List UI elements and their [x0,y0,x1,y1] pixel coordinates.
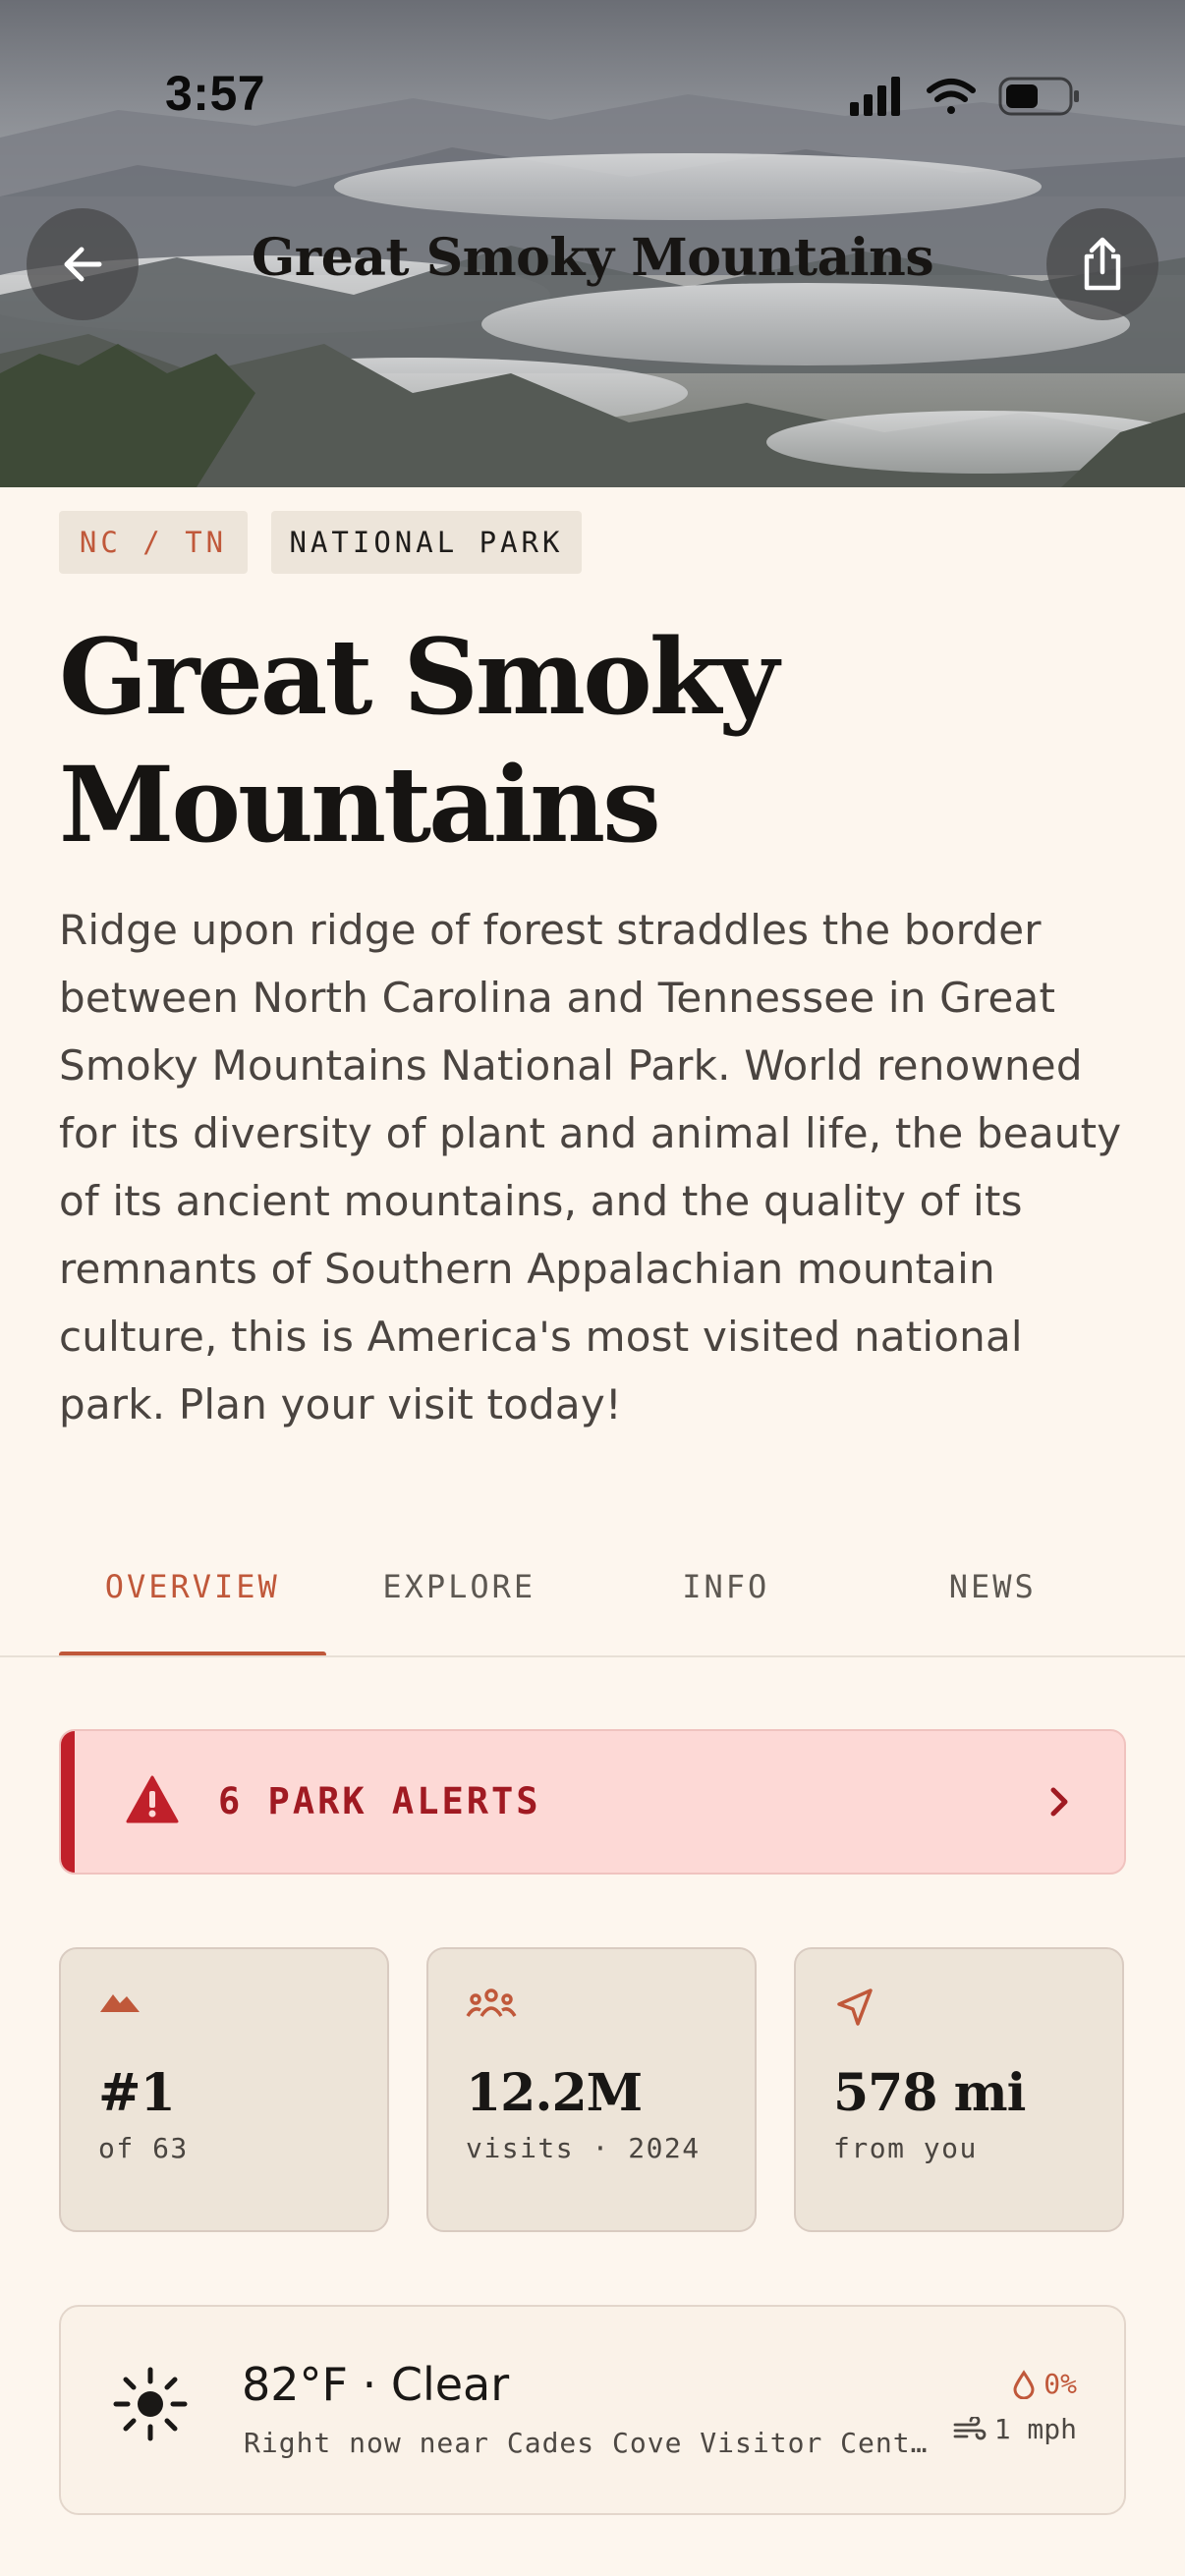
stat-label: visits · 2024 [466,2132,701,2164]
weather-location: Right now near Cades Cove Visitor Center [244,2427,939,2459]
wifi-icon [927,79,976,114]
battery-icon [998,77,1079,116]
park-title: Great Smoky Mountains [59,615,779,866]
weather-card[interactable]: 82°F · Clear Right now near Cades Cove V… [59,2305,1126,2515]
wind-value: 1 mph [993,2413,1077,2445]
tab-info[interactable]: INFO [592,1542,860,1654]
weather-summary: 82°F · Clear [242,2358,510,2411]
state-tag: NC / TN [59,511,248,574]
alerts-label: 6 PARK ALERTS [218,1780,541,1822]
stat-value: 12.2M [466,2063,643,2123]
warning-triangle-icon [126,1775,179,1823]
precipitation: 0% [1012,2368,1077,2400]
precipitation-value: 0% [1044,2368,1077,2400]
droplet-icon [1013,2369,1035,2399]
tab-explore[interactable]: EXPLORE [326,1542,593,1654]
park-description: Ridge upon ridge of forest straddles the… [59,906,1122,1428]
mountains-icon [100,1994,140,2012]
stat-card-distance: 578 mi from you [794,1947,1124,2232]
stat-label: from you [833,2132,978,2164]
share-icon [1084,237,1121,291]
tab-divider [0,1655,1185,1657]
tab-bar: OVERVIEW EXPLORE INFO NEWS [59,1542,1127,1657]
chevron-right-icon [1050,1787,1068,1817]
tab-news[interactable]: NEWS [860,1542,1127,1654]
park-type-tag: NATIONAL PARK [271,511,582,574]
wind-icon [953,2416,987,2439]
wind: 1 mph [953,2413,1077,2445]
share-button[interactable] [1046,208,1158,320]
cellular-signal-icon [850,77,900,116]
people-icon [466,1988,517,2017]
stat-value: #1 [98,2063,176,2123]
location-arrow-icon [837,1988,873,2026]
stat-label: of 63 [98,2132,189,2164]
stat-card-rank: #1 of 63 [59,1947,389,2232]
status-icons [850,77,1079,116]
header-title: Great Smoky Mountains [251,228,934,288]
park-alerts-banner[interactable]: 6 PARK ALERTS [59,1729,1126,1875]
stat-value: 578 mi [833,2063,1026,2123]
tab-overview[interactable]: OVERVIEW [59,1542,326,1657]
status-time: 3:57 [165,66,266,121]
sun-icon [113,2367,188,2441]
hero-image: 3:57 Great Smoky Mountains [0,0,1185,487]
stat-card-visits: 12.2M visits · 2024 [426,1947,757,2232]
